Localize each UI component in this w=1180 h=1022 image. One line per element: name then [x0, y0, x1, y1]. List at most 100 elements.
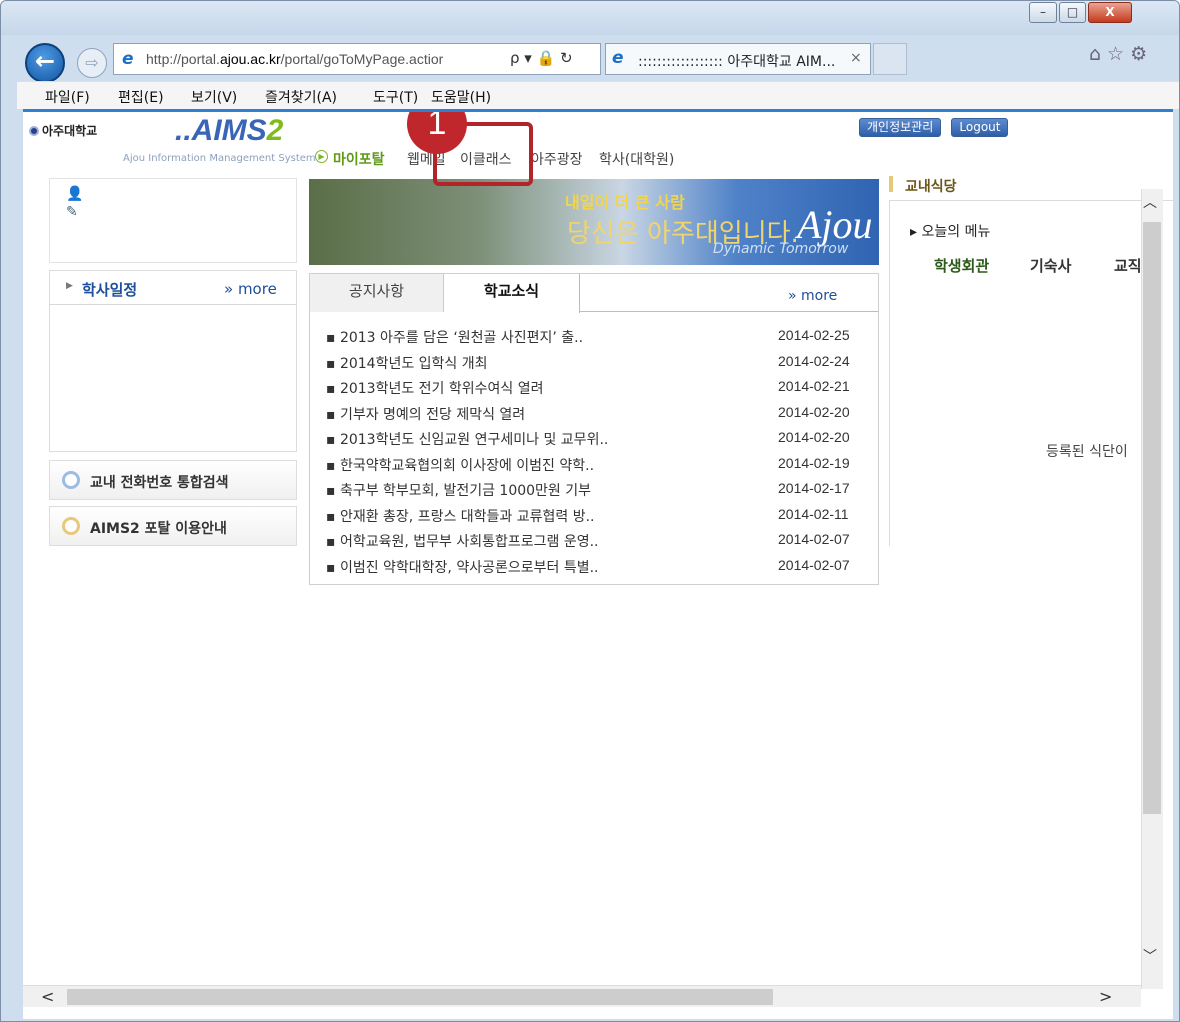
main-banner[interactable]: 내일이 더 큰 사람 당신은 아주대입니다. Ajou Dynamic Tomo…	[309, 179, 879, 265]
browser-tab[interactable]: e :::::::::::::::::: 아주대학교 AIM... ×	[605, 43, 871, 75]
calendar-more-link[interactable]: » more	[224, 280, 277, 298]
tab-title: :::::::::::::::::: 아주대학교 AIM...	[638, 54, 836, 70]
divider	[50, 304, 296, 305]
news-title[interactable]: ▪ 2013 아주를 담은 ‘원천골 사진편지’ 출..	[326, 327, 583, 347]
top-links: 개인정보관리 Logout	[859, 118, 1014, 137]
news-item[interactable]: ▪ 한국약학교육협의회 이사장에 이범진 약학.. 2014-02-19	[326, 455, 866, 479]
maximize-button[interactable]: □	[1059, 2, 1086, 23]
menu-view[interactable]: 보기(V)	[191, 87, 237, 107]
news-title[interactable]: ▪ 한국약학교육협의회 이사장에 이범진 약학..	[326, 455, 594, 475]
tab-ie-icon: e	[612, 48, 624, 68]
nav-academic-grad[interactable]: 학사(대학원)	[599, 149, 674, 169]
portal-guide-label: AIMS2 포탈 이용안내	[90, 521, 227, 537]
menu-bar: 파일(F) 편집(E) 보기(V) 즐겨찾기(A) 도구(T) 도움말(H)	[17, 81, 1179, 109]
aims-logo[interactable]: ..AIMS2	[175, 114, 283, 148]
nav-ajou-square[interactable]: 아주광장	[531, 149, 583, 169]
tab-school-news[interactable]: 학교소식	[444, 274, 580, 313]
news-title[interactable]: ▪ 2013학년도 전기 학위수여식 열려	[326, 378, 543, 398]
menu-tools[interactable]: 도구(T)	[373, 87, 418, 107]
cafeteria-panel: ▸ 오늘의 메뉴 학생회관 기숙사 교직 등록된 식단이	[889, 200, 1173, 546]
ie-icon: e	[122, 49, 134, 69]
news-item[interactable]: ▪ 이범진 약학대학장, 약사공론으로부터 특별.. 2014-02-07	[326, 557, 866, 581]
user-icons: 👤 ✎	[66, 185, 83, 221]
cafeteria-title: 교내식당	[905, 179, 957, 195]
phone-search-button[interactable]: 교내 전화번호 통합검색	[49, 460, 297, 500]
search-refresh-icons[interactable]: ρ ▾ 🔒 ↻	[510, 49, 573, 67]
academic-calendar: ▶ 학사일정 » more	[49, 270, 297, 452]
address-bar[interactable]: e http://portal.ajou.ac.kr/portal/goToMy…	[113, 43, 601, 75]
user-box: 👤 ✎	[49, 178, 297, 263]
emblem-icon	[29, 126, 39, 136]
news-title[interactable]: ▪ 이범진 약학대학장, 약사공론으로부터 특별..	[326, 557, 598, 577]
news-item[interactable]: ▪ 2013학년도 신임교원 연구세미나 및 교무위.. 2014-02-20	[326, 429, 866, 453]
portal-guide-button[interactable]: AIMS2 포탈 이용안내	[49, 506, 297, 546]
news-title[interactable]: ▪ 2013학년도 신임교원 연구세미나 및 교무위..	[326, 429, 608, 449]
page-content: 아주대학교 ..AIMS2 Ajou Information Managemen…	[23, 109, 1173, 1019]
news-title[interactable]: ▪ 기부자 명예의 전당 제막식 열려	[326, 404, 525, 424]
nav-myportal[interactable]: 마이포탈	[333, 149, 385, 169]
news-more-link[interactable]: » more	[788, 288, 837, 304]
scroll-left-icon[interactable]: <	[41, 987, 54, 1006]
news-date: 2014-02-11	[778, 506, 849, 522]
news-date: 2014-02-07	[778, 531, 850, 547]
menu-file[interactable]: 파일(F)	[45, 87, 90, 107]
tab-student-hall[interactable]: 학생회관	[934, 255, 989, 276]
menu-edit[interactable]: 편집(E)	[118, 87, 164, 107]
news-date: 2014-02-17	[778, 480, 850, 496]
new-tab-button[interactable]	[873, 43, 907, 75]
calendar-title[interactable]: 학사일정	[82, 279, 137, 300]
url-text[interactable]: http://portal.ajou.ac.kr/portal/goToMyPa…	[146, 51, 510, 67]
user-icon[interactable]: 👤	[66, 185, 83, 203]
news-date: 2014-02-24	[778, 353, 850, 369]
scroll-up-icon[interactable]: ︿	[1143, 192, 1157, 212]
phone-search-label: 교내 전화번호 통합검색	[90, 475, 229, 491]
circle-icon	[62, 517, 80, 535]
no-menu-message: 등록된 식단이	[1046, 444, 1128, 460]
news-tabs: 공지사항 학교소식 » more	[310, 274, 878, 313]
news-item[interactable]: ▪ 2013학년도 전기 학위수여식 열려 2014-02-21	[326, 378, 866, 402]
news-item[interactable]: ▪ 안재환 총장, 프랑스 대학들과 교류협력 방.. 2014-02-11	[326, 506, 866, 530]
circle-icon	[62, 471, 80, 489]
home-favorites-settings-icons[interactable]: ⌂☆⚙	[1089, 43, 1153, 65]
todays-menu-label: ▸ 오늘의 메뉴	[910, 224, 991, 240]
tab-notices[interactable]: 공지사항	[310, 274, 444, 312]
tab-faculty[interactable]: 교직	[1114, 255, 1142, 276]
close-window-button[interactable]: X	[1088, 2, 1132, 23]
news-title[interactable]: ▪ 안재환 총장, 프랑스 대학들과 교류협력 방..	[326, 506, 595, 526]
back-button[interactable]: ←	[25, 43, 65, 83]
tab-dormitory[interactable]: 기숙사	[1030, 255, 1071, 276]
news-item[interactable]: ▪ 어학교육원, 법무부 사회통합프로그램 운영.. 2014-02-07	[326, 531, 866, 555]
personal-info-button[interactable]: 개인정보관리	[859, 118, 942, 137]
news-date: 2014-02-20	[778, 429, 850, 445]
news-title[interactable]: ▪ 2014학년도 입학식 개최	[326, 353, 488, 373]
minimize-button[interactable]: –	[1029, 2, 1057, 23]
arrow-icon: ▶	[315, 150, 328, 163]
news-date: 2014-02-21	[778, 378, 850, 394]
news-item[interactable]: ▪ 축구부 학부모회, 발전기금 1000만원 기부 2014-02-17	[326, 480, 866, 504]
news-item[interactable]: ▪ 기부자 명예의 전당 제막식 열려 2014-02-20	[326, 404, 866, 428]
horizontal-scroll-thumb[interactable]	[67, 989, 773, 1005]
menu-help[interactable]: 도움말(H)	[431, 87, 491, 107]
title-bar: – □ X	[1, 1, 1179, 35]
menu-favorites[interactable]: 즐겨찾기(A)	[265, 87, 337, 107]
news-title[interactable]: ▪ 축구부 학부모회, 발전기금 1000만원 기부	[326, 480, 591, 500]
news-date: 2014-02-07	[778, 557, 850, 573]
logout-button[interactable]: Logout	[951, 118, 1009, 137]
news-title[interactable]: ▪ 어학교육원, 법무부 사회통합프로그램 운영..	[326, 531, 598, 551]
news-panel: 공지사항 학교소식 » more ▪ 2013 아주를 담은 ‘원천골 사진편지…	[309, 273, 879, 585]
news-date: 2014-02-25	[778, 327, 850, 343]
tab-close-icon[interactable]: ×	[850, 50, 862, 66]
browser-window: – □ X ← ⇨ e http://portal.ajou.ac.kr/por…	[0, 0, 1180, 1022]
section-marker	[889, 176, 893, 192]
news-item[interactable]: ▪ 2014학년도 입학식 개최 2014-02-24	[326, 353, 866, 377]
vertical-scroll-thumb[interactable]	[1143, 222, 1161, 814]
scroll-down-icon[interactable]: ﹀	[1143, 946, 1157, 966]
scroll-right-icon[interactable]: >	[1099, 987, 1112, 1006]
university-logo[interactable]: 아주대학교	[29, 122, 97, 139]
banner-line1: 내일이 더 큰 사람	[565, 193, 685, 212]
news-item[interactable]: ▪ 2013 아주를 담은 ‘원천골 사진편지’ 출.. 2014-02-25	[326, 327, 866, 351]
edit-icon[interactable]: ✎	[66, 203, 83, 221]
forward-button[interactable]: ⇨	[77, 48, 107, 78]
news-date: 2014-02-20	[778, 404, 850, 420]
aims-subtitle: Ajou Information Management System	[123, 153, 316, 164]
